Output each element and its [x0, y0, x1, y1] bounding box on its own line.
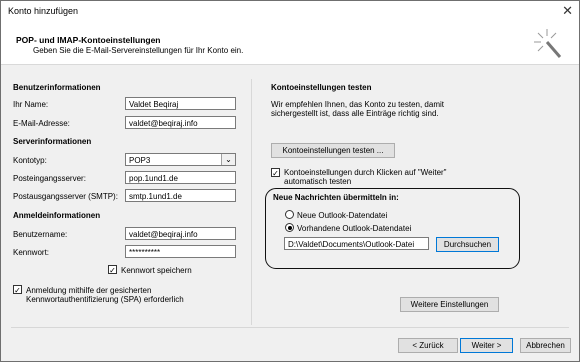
- username-label: Benutzername:: [13, 230, 68, 239]
- next-button[interactable]: Weiter >: [460, 338, 513, 353]
- account-type-select[interactable]: POP3 ⌄: [125, 153, 236, 166]
- window-title: Konto hinzufügen: [8, 6, 79, 16]
- save-password-label: Kennwort speichern: [121, 266, 192, 275]
- dialog-window: Konto hinzufügen ✕ POP- und IMAP-Kontoei…: [0, 0, 580, 362]
- footer-separator: [11, 327, 569, 328]
- account-type-label: Kontotyp:: [13, 156, 47, 165]
- outgoing-server-field[interactable]: smtp.1und1.de: [125, 189, 236, 202]
- test-settings-button[interactable]: Kontoeinstellungen testen ...: [271, 143, 395, 158]
- dialog-header: POP- und IMAP-Kontoeinstellungen Geben S…: [1, 23, 579, 65]
- login-info-heading: Anmeldeinformationen: [13, 211, 101, 220]
- delivery-heading: Neue Nachrichten übermitteln in:: [273, 193, 399, 202]
- new-data-file-radio[interactable]: [285, 210, 294, 219]
- auto-test-line-2: automatisch testen: [284, 177, 352, 186]
- spa-label-line-2: Kennwortauthentifizierung (SPA) erforder…: [26, 295, 184, 304]
- title-bar: Konto hinzufügen ✕: [1, 1, 579, 23]
- browse-button[interactable]: Durchsuchen: [436, 237, 499, 252]
- incoming-server-field[interactable]: pop.1und1.de: [125, 171, 236, 184]
- more-settings-button[interactable]: Weitere Einstellungen: [400, 297, 499, 312]
- name-label: Ihr Name:: [13, 100, 49, 109]
- close-icon[interactable]: ✕: [562, 4, 573, 18]
- save-password-checkbox[interactable]: ✓: [108, 265, 117, 275]
- magic-wand-icon: [534, 29, 562, 58]
- new-data-file-label: Neue Outlook-Datendatei: [297, 211, 388, 220]
- selected-radio-dot: [287, 225, 292, 230]
- existing-data-file-label: Vorhandene Outlook-Datendatei: [297, 224, 412, 233]
- chevron-down-icon[interactable]: ⌄: [221, 154, 235, 165]
- incoming-server-label: Posteingangsserver:: [13, 174, 86, 183]
- username-field[interactable]: valdet@beqiraj.info: [125, 227, 236, 240]
- user-info-heading: Benutzerinformationen: [13, 83, 101, 92]
- existing-data-file-radio[interactable]: [285, 223, 294, 232]
- test-description-line-2: sichergestellt ist, dass alle Einträge r…: [271, 109, 439, 118]
- outgoing-server-label: Postausgangsserver (SMTP):: [13, 192, 118, 201]
- server-info-heading: Serverinformationen: [13, 137, 92, 146]
- auto-test-line-1: Kontoeinstellungen durch Klicken auf "We…: [284, 168, 447, 177]
- auto-test-checkbox[interactable]: ✓: [271, 168, 280, 178]
- column-divider: [251, 79, 252, 325]
- account-type-value: POP3: [129, 156, 151, 165]
- header-title: POP- und IMAP-Kontoeinstellungen: [16, 35, 161, 45]
- data-file-path-field[interactable]: D:\Valdet\Documents\Outlook-Datei: [284, 237, 429, 250]
- spa-label-line-1: Anmeldung mithilfe der gesicherten: [26, 286, 152, 295]
- cancel-button[interactable]: Abbrechen: [520, 338, 571, 353]
- test-settings-heading: Kontoeinstellungen testen: [271, 83, 372, 92]
- back-button[interactable]: < Zurück: [398, 338, 458, 353]
- password-field[interactable]: **********: [125, 245, 236, 258]
- spa-checkbox[interactable]: ✓: [13, 285, 22, 295]
- email-label: E-Mail-Adresse:: [13, 119, 70, 128]
- name-field[interactable]: Valdet Beqiraj: [125, 97, 236, 110]
- header-subtitle: Geben Sie die E-Mail-Servereinstellungen…: [33, 46, 244, 55]
- password-label: Kennwort:: [13, 248, 50, 257]
- email-field[interactable]: valdet@beqiraj.info: [125, 116, 236, 129]
- test-description-line-1: Wir empfehlen Ihnen, das Konto zu testen…: [271, 100, 444, 109]
